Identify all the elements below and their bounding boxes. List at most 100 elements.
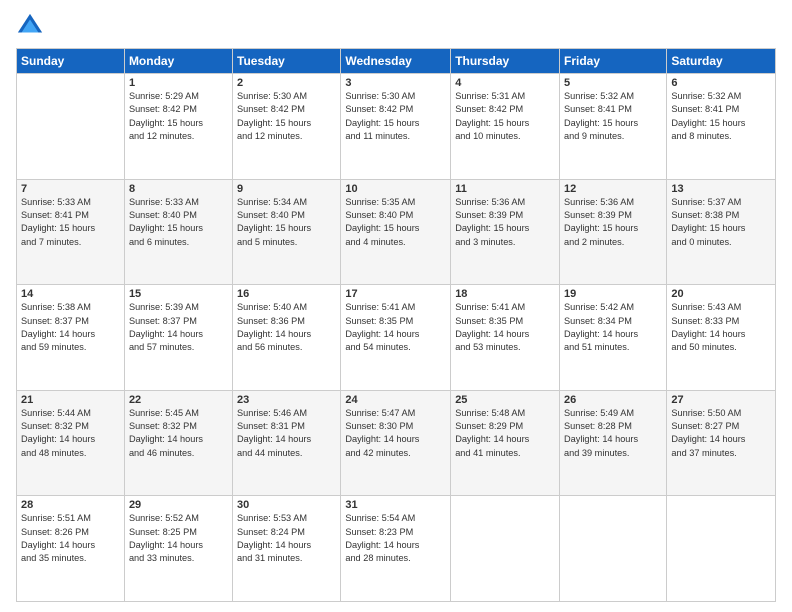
calendar-cell: 29Sunrise: 5:52 AM Sunset: 8:25 PM Dayli… [124, 496, 232, 602]
day-number: 4 [455, 77, 555, 89]
day-info: Sunrise: 5:51 AM Sunset: 8:26 PM Dayligh… [21, 512, 120, 565]
calendar-cell: 26Sunrise: 5:49 AM Sunset: 8:28 PM Dayli… [560, 390, 667, 496]
day-info: Sunrise: 5:32 AM Sunset: 8:41 PM Dayligh… [564, 90, 662, 143]
day-info: Sunrise: 5:30 AM Sunset: 8:42 PM Dayligh… [237, 90, 336, 143]
calendar-cell: 13Sunrise: 5:37 AM Sunset: 8:38 PM Dayli… [667, 179, 776, 285]
day-info: Sunrise: 5:29 AM Sunset: 8:42 PM Dayligh… [129, 90, 228, 143]
calendar-cell: 12Sunrise: 5:36 AM Sunset: 8:39 PM Dayli… [560, 179, 667, 285]
day-number: 13 [671, 183, 771, 195]
day-info: Sunrise: 5:44 AM Sunset: 8:32 PM Dayligh… [21, 407, 120, 460]
day-number: 28 [21, 499, 120, 511]
calendar-cell: 23Sunrise: 5:46 AM Sunset: 8:31 PM Dayli… [233, 390, 341, 496]
calendar-cell: 22Sunrise: 5:45 AM Sunset: 8:32 PM Dayli… [124, 390, 232, 496]
calendar-cell: 17Sunrise: 5:41 AM Sunset: 8:35 PM Dayli… [341, 285, 451, 391]
day-number: 2 [237, 77, 336, 89]
day-info: Sunrise: 5:45 AM Sunset: 8:32 PM Dayligh… [129, 407, 228, 460]
day-number: 31 [345, 499, 446, 511]
day-info: Sunrise: 5:32 AM Sunset: 8:41 PM Dayligh… [671, 90, 771, 143]
day-number: 20 [671, 288, 771, 300]
day-header-sunday: Sunday [17, 49, 125, 74]
logo-icon [16, 12, 44, 40]
day-info: Sunrise: 5:48 AM Sunset: 8:29 PM Dayligh… [455, 407, 555, 460]
calendar-cell: 16Sunrise: 5:40 AM Sunset: 8:36 PM Dayli… [233, 285, 341, 391]
calendar-cell [17, 74, 125, 180]
day-number: 7 [21, 183, 120, 195]
calendar-week-row: 28Sunrise: 5:51 AM Sunset: 8:26 PM Dayli… [17, 496, 776, 602]
day-info: Sunrise: 5:54 AM Sunset: 8:23 PM Dayligh… [345, 512, 446, 565]
calendar-cell [560, 496, 667, 602]
calendar-week-row: 7Sunrise: 5:33 AM Sunset: 8:41 PM Daylig… [17, 179, 776, 285]
calendar-cell: 19Sunrise: 5:42 AM Sunset: 8:34 PM Dayli… [560, 285, 667, 391]
calendar-cell: 21Sunrise: 5:44 AM Sunset: 8:32 PM Dayli… [17, 390, 125, 496]
calendar-week-row: 21Sunrise: 5:44 AM Sunset: 8:32 PM Dayli… [17, 390, 776, 496]
calendar-cell: 5Sunrise: 5:32 AM Sunset: 8:41 PM Daylig… [560, 74, 667, 180]
calendar-cell: 1Sunrise: 5:29 AM Sunset: 8:42 PM Daylig… [124, 74, 232, 180]
day-number: 29 [129, 499, 228, 511]
page-header [16, 12, 776, 40]
day-number: 22 [129, 394, 228, 406]
day-number: 24 [345, 394, 446, 406]
calendar-header-row: SundayMondayTuesdayWednesdayThursdayFrid… [17, 49, 776, 74]
day-number: 18 [455, 288, 555, 300]
day-number: 19 [564, 288, 662, 300]
calendar-cell: 8Sunrise: 5:33 AM Sunset: 8:40 PM Daylig… [124, 179, 232, 285]
day-number: 1 [129, 77, 228, 89]
calendar-week-row: 1Sunrise: 5:29 AM Sunset: 8:42 PM Daylig… [17, 74, 776, 180]
day-header-tuesday: Tuesday [233, 49, 341, 74]
day-number: 10 [345, 183, 446, 195]
day-info: Sunrise: 5:42 AM Sunset: 8:34 PM Dayligh… [564, 301, 662, 354]
day-info: Sunrise: 5:41 AM Sunset: 8:35 PM Dayligh… [455, 301, 555, 354]
calendar-cell: 28Sunrise: 5:51 AM Sunset: 8:26 PM Dayli… [17, 496, 125, 602]
day-number: 3 [345, 77, 446, 89]
calendar-cell: 15Sunrise: 5:39 AM Sunset: 8:37 PM Dayli… [124, 285, 232, 391]
day-number: 25 [455, 394, 555, 406]
day-number: 8 [129, 183, 228, 195]
day-info: Sunrise: 5:30 AM Sunset: 8:42 PM Dayligh… [345, 90, 446, 143]
day-info: Sunrise: 5:49 AM Sunset: 8:28 PM Dayligh… [564, 407, 662, 460]
day-number: 30 [237, 499, 336, 511]
calendar-cell: 20Sunrise: 5:43 AM Sunset: 8:33 PM Dayli… [667, 285, 776, 391]
calendar-cell: 9Sunrise: 5:34 AM Sunset: 8:40 PM Daylig… [233, 179, 341, 285]
calendar-cell: 24Sunrise: 5:47 AM Sunset: 8:30 PM Dayli… [341, 390, 451, 496]
calendar-table: SundayMondayTuesdayWednesdayThursdayFrid… [16, 48, 776, 602]
day-info: Sunrise: 5:38 AM Sunset: 8:37 PM Dayligh… [21, 301, 120, 354]
calendar-cell: 2Sunrise: 5:30 AM Sunset: 8:42 PM Daylig… [233, 74, 341, 180]
day-header-saturday: Saturday [667, 49, 776, 74]
day-info: Sunrise: 5:47 AM Sunset: 8:30 PM Dayligh… [345, 407, 446, 460]
day-number: 23 [237, 394, 336, 406]
calendar-week-row: 14Sunrise: 5:38 AM Sunset: 8:37 PM Dayli… [17, 285, 776, 391]
calendar-cell: 3Sunrise: 5:30 AM Sunset: 8:42 PM Daylig… [341, 74, 451, 180]
calendar-cell: 4Sunrise: 5:31 AM Sunset: 8:42 PM Daylig… [451, 74, 560, 180]
day-info: Sunrise: 5:50 AM Sunset: 8:27 PM Dayligh… [671, 407, 771, 460]
day-info: Sunrise: 5:36 AM Sunset: 8:39 PM Dayligh… [455, 196, 555, 249]
day-number: 16 [237, 288, 336, 300]
day-info: Sunrise: 5:53 AM Sunset: 8:24 PM Dayligh… [237, 512, 336, 565]
day-info: Sunrise: 5:43 AM Sunset: 8:33 PM Dayligh… [671, 301, 771, 354]
calendar-cell: 7Sunrise: 5:33 AM Sunset: 8:41 PM Daylig… [17, 179, 125, 285]
day-info: Sunrise: 5:36 AM Sunset: 8:39 PM Dayligh… [564, 196, 662, 249]
day-info: Sunrise: 5:46 AM Sunset: 8:31 PM Dayligh… [237, 407, 336, 460]
day-info: Sunrise: 5:37 AM Sunset: 8:38 PM Dayligh… [671, 196, 771, 249]
day-info: Sunrise: 5:52 AM Sunset: 8:25 PM Dayligh… [129, 512, 228, 565]
day-number: 11 [455, 183, 555, 195]
day-number: 5 [564, 77, 662, 89]
day-header-monday: Monday [124, 49, 232, 74]
calendar-cell: 27Sunrise: 5:50 AM Sunset: 8:27 PM Dayli… [667, 390, 776, 496]
calendar-cell: 18Sunrise: 5:41 AM Sunset: 8:35 PM Dayli… [451, 285, 560, 391]
day-number: 14 [21, 288, 120, 300]
calendar-cell: 30Sunrise: 5:53 AM Sunset: 8:24 PM Dayli… [233, 496, 341, 602]
day-number: 9 [237, 183, 336, 195]
calendar-cell: 14Sunrise: 5:38 AM Sunset: 8:37 PM Dayli… [17, 285, 125, 391]
day-number: 17 [345, 288, 446, 300]
day-number: 12 [564, 183, 662, 195]
calendar-cell: 11Sunrise: 5:36 AM Sunset: 8:39 PM Dayli… [451, 179, 560, 285]
day-header-friday: Friday [560, 49, 667, 74]
calendar-cell: 10Sunrise: 5:35 AM Sunset: 8:40 PM Dayli… [341, 179, 451, 285]
logo [16, 12, 48, 40]
day-info: Sunrise: 5:40 AM Sunset: 8:36 PM Dayligh… [237, 301, 336, 354]
day-info: Sunrise: 5:39 AM Sunset: 8:37 PM Dayligh… [129, 301, 228, 354]
calendar-cell: 6Sunrise: 5:32 AM Sunset: 8:41 PM Daylig… [667, 74, 776, 180]
day-info: Sunrise: 5:41 AM Sunset: 8:35 PM Dayligh… [345, 301, 446, 354]
day-number: 27 [671, 394, 771, 406]
day-number: 15 [129, 288, 228, 300]
